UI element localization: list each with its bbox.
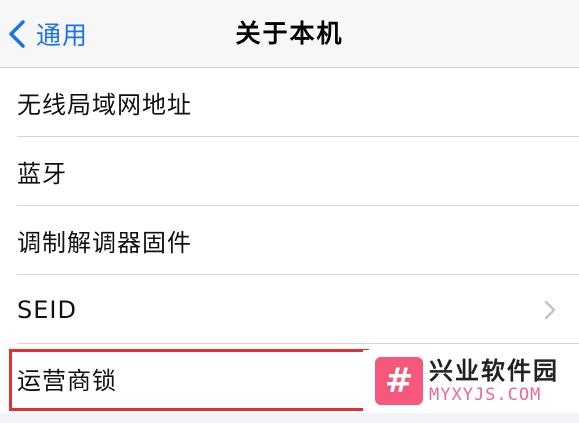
list-item-label: 无线局域网地址	[17, 91, 192, 119]
list-item-bluetooth: 蓝牙	[0, 137, 579, 206]
watermark-logo-icon: #	[375, 357, 423, 405]
watermark-name: 兴业软件园	[429, 356, 559, 385]
navigation-bar: 通用 关于本机	[0, 0, 579, 68]
list-item-wifi-address: 无线局域网地址	[0, 68, 579, 137]
watermark: # 兴业软件园 MYXYJS.COM	[363, 350, 579, 412]
list-item-seid[interactable]: SEID	[0, 275, 579, 344]
chevron-right-icon	[544, 300, 556, 320]
list-item-label: 运营商锁	[17, 367, 117, 395]
watermark-domain: MYXYJS.COM	[429, 384, 542, 405]
grouped-background	[0, 414, 579, 423]
list-item-label: SEID	[17, 295, 77, 324]
list-item-label: 蓝牙	[17, 160, 67, 188]
list-item-label: 调制解调器固件	[17, 229, 192, 257]
watermark-text: 兴业软件园 MYXYJS.COM	[429, 359, 559, 404]
about-screen: 通用 关于本机 无线局域网地址 蓝牙 调制解调器固件 SEID 运营商锁 # 兴…	[0, 0, 579, 423]
page-title: 关于本机	[235, 19, 344, 48]
list-item-modem-firmware: 调制解调器固件	[0, 206, 579, 275]
